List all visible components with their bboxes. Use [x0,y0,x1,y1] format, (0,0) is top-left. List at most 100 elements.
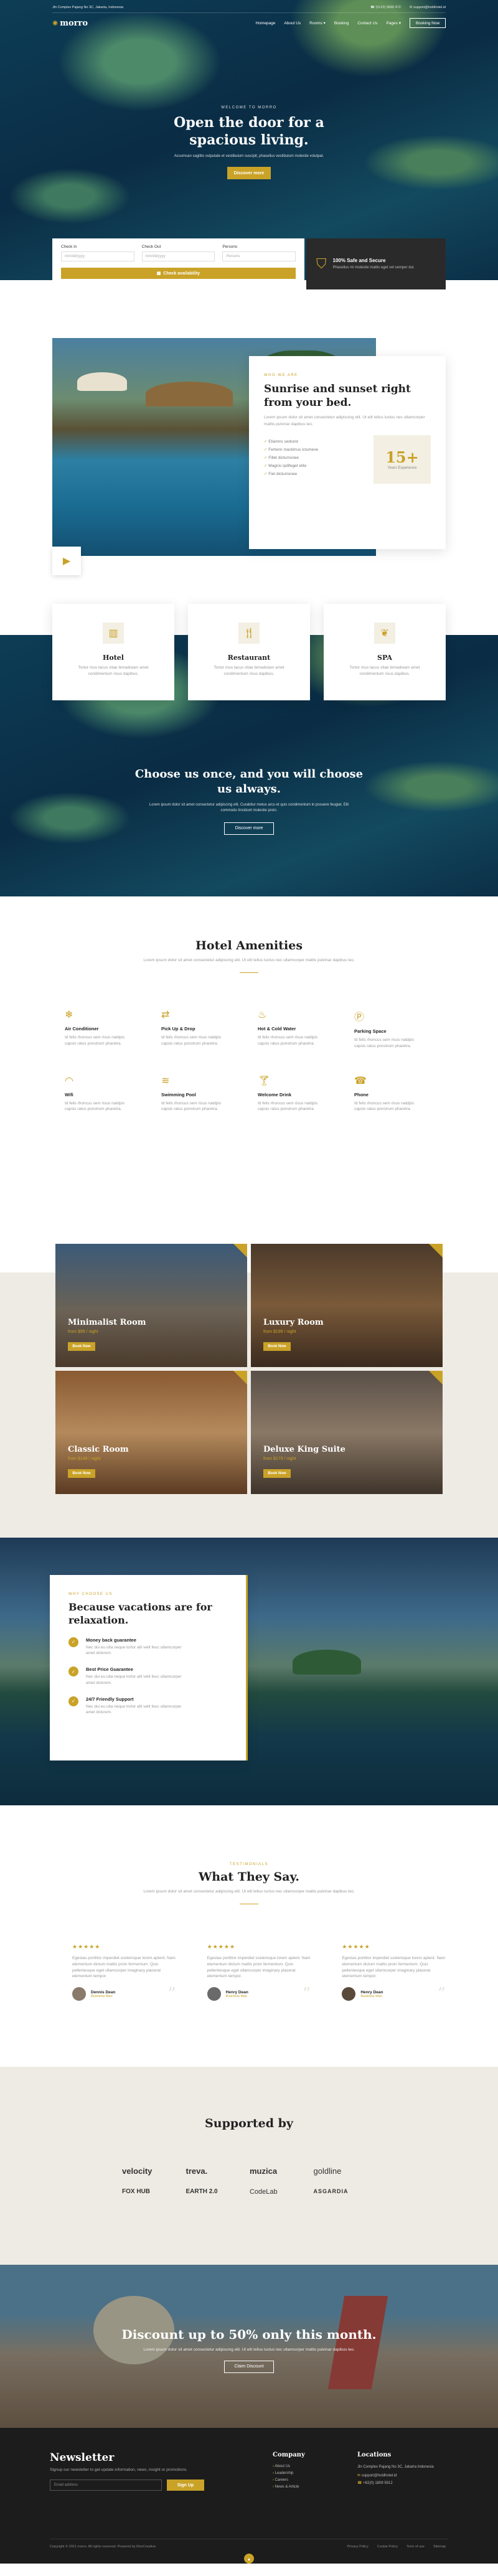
check-availability-button[interactable]: ▦ Check availability [61,268,296,279]
list-item: Fiet dictumsnee [264,471,318,476]
water-icon: ♨ [258,1010,267,1020]
topbar-address: Jln Complex Pajang No 3C, Jakarta, Indon… [52,6,124,9]
service-card-hotel[interactable]: ▥ Hotel Tortor mus lacus vitae bimadoiam… [52,604,174,700]
nav-rooms[interactable]: Rooms ▾ [309,21,326,26]
amenity-item: Ⓟ Parking Space Id felis rhoncus sem risus… [354,1008,438,1050]
list-item: Fillet dictumsnee [264,455,318,460]
amenities-text: Lorem ipsum dolor sit amet consectetur a… [143,958,355,962]
booking-form: Check in mm/dd/yyyy Check Out mm/dd/yyyy… [52,238,304,280]
discount-section: Discount up to 50% only this month. Lore… [0,2265,498,2428]
list-item: Fertenn mastimus ictumeve [264,447,318,452]
partner-logo[interactable]: muzica [250,2166,314,2176]
experience-badge: 15+ Years Experience [374,435,431,484]
book-now-button[interactable]: Book Now [263,1342,291,1351]
footer-link[interactable]: Leadership [273,2471,341,2475]
rating-stars: ★★★★★ [207,1944,236,1950]
service-card-spa[interactable]: ❦ SPA Tortor mus lacus vitae bimadoiam a… [324,604,446,700]
amenity-item: ≋ Swimming Pool Id felis rhoncus sem risus… [161,1074,245,1113]
room-card[interactable]: Luxury Room from $199 / night Book Now [251,1244,443,1367]
footer-email[interactable]: ✉ support@holdhotel.id [357,2473,444,2478]
choose-text: Lorem ipsum dolor sit amet consectetur a… [149,802,349,812]
why-section: WHY CHOOSE US Because vacations are for … [0,1538,498,1805]
footer-bottom-link[interactable]: Term of use [406,2545,425,2549]
amenities-title: Hotel Amenities [195,939,303,952]
signup-button[interactable]: Sign Up [167,2480,204,2491]
room-card[interactable]: Minimalist Room from $99 / night Book No… [55,1244,247,1367]
amenities-section: Hotel Amenities Lorem ipsum dolor sit am… [0,896,498,1239]
discount-title: Discount up to 50% only this month. [121,2327,377,2342]
hero-title: Open the door for a spacious living. [174,115,324,148]
partner-logo[interactable]: EARTH 2.0 [186,2188,250,2196]
partner-logo[interactable]: ASGARDIA [314,2188,378,2196]
phone-icon: ☎ [357,2481,364,2486]
nav-pages[interactable]: Pages ▾ [386,21,401,26]
checkin-input[interactable]: mm/dd/yyyy [61,251,134,261]
partner-logo[interactable]: velocity [122,2166,186,2176]
amenity-item: ♨ Hot & Cold Water Id felis rhoncus sem ri… [258,1008,342,1050]
air-conditioner-icon: ❄ [65,1010,73,1020]
copyright: Copyright © 2021 morro. All rights reser… [50,2545,157,2549]
partner-logo[interactable]: treva. [186,2166,250,2176]
avatar [207,1987,221,2001]
room-card[interactable]: Deluxe King Suite from $179 / night Book… [251,1371,443,1494]
partner-logo[interactable]: CodeLab [250,2188,314,2196]
topbar-email[interactable]: ✉ support@holdhotel.id [410,6,446,9]
list-item: Etiamns sedcest [264,439,318,444]
lake-island [293,1650,361,1675]
claim-discount-button[interactable]: Claim Discount [224,2360,274,2373]
footer-bottom-link[interactable]: Privacy Policy [347,2545,369,2549]
footer-bottom-link[interactable]: Cookie Policy [377,2545,398,2549]
partner-logo[interactable]: FOX HUB [122,2188,186,2196]
scroll-top-button[interactable]: ▴ [244,2554,254,2564]
footer-link[interactable]: About Us [273,2465,341,2468]
newsletter-email-input[interactable]: Email address [50,2480,162,2491]
amenity-item: ⇄ Pick Up & Drop Id felis rhoncus sem risu… [161,1008,245,1050]
amenity-item: 🍸︎ Welcome Drink Id felis rhoncus sem risu… [258,1074,342,1113]
nav-booking[interactable]: Booking [334,21,349,26]
shield-check-icon: ⛉ [316,256,327,271]
testimonial-card: ★★★★★ Egestas porttitor imperdiet sceler… [207,1944,311,2003]
hotel-icon: ▥ [103,623,124,644]
play-video-button[interactable]: ▶ [52,547,81,575]
book-now-button[interactable]: Book Now [68,1469,95,1478]
footer-bottom-link[interactable]: Sitemap [433,2545,446,2549]
service-card-restaurant[interactable]: 🍴︎ Restaurant Tortor mus lacus vitae bim… [188,604,310,700]
secure-text: Phasellus mi molestie mattis eget vel se… [332,265,415,270]
nav-about[interactable]: About Us [284,21,301,26]
testimonials-section: TESTIMONIALS What They Say. Lorem ipsum … [0,1805,498,2067]
chevron-down-icon: ▾ [397,21,401,26]
pool-icon: ≋ [161,1075,170,1086]
topbar-phone: ☎ (0123) 5890 472 [370,6,401,9]
book-now-button[interactable]: Book Now [68,1342,95,1351]
calendar-icon: ▦ [156,271,161,276]
about-text: Lorem ipsum dolor sit amet consectetur a… [264,415,425,426]
partner-logo[interactable]: goldline [314,2166,378,2176]
persons-input[interactable]: Persons [222,251,296,261]
logo[interactable]: ✺ morro [52,19,88,28]
footer-link[interactable]: Careers [273,2478,341,2482]
rating-stars: ★★★★★ [342,1944,370,1950]
booking-now-button[interactable]: Booking Now [410,18,446,28]
testimonial-card: ★★★★★ Egestas porttitor imperdiet sceler… [72,1944,176,2003]
company-title: Company [273,2451,305,2458]
quote-icon: ” [437,1985,446,2003]
nav-contact[interactable]: Contact Us [357,21,377,26]
newsletter-title: Newsletter [50,2451,115,2464]
nav-homepage[interactable]: Homepage [256,21,276,26]
mail-icon: ✉ [357,2474,362,2478]
avatar [72,1987,86,2001]
book-now-button[interactable]: Book Now [263,1469,291,1478]
secure-title: 100% Safe and Secure [332,257,386,263]
check-icon: ✓ [68,1696,78,1706]
footer-link[interactable]: News & Article [273,2485,341,2489]
amenity-item: ☎ Phone Id felis rhoncus sem risus natdpis… [354,1074,438,1113]
rating-stars: ★★★★★ [72,1944,101,1950]
why-title: Because vacations are for relaxation. [68,1601,212,1626]
choose-discover-button[interactable]: Discover more [224,822,274,835]
phone-icon: ☎ [354,1075,367,1086]
room-card[interactable]: Classic Room from $149 / night Book Now [55,1371,247,1494]
partners-title: Supported by [205,2117,293,2130]
secure-box: ⛉ 100% Safe and Secure Phasellus mi mole… [306,238,446,289]
hero-discover-button[interactable]: Discover more [227,167,271,179]
checkout-input[interactable]: mm/dd/yyyy [141,251,215,261]
